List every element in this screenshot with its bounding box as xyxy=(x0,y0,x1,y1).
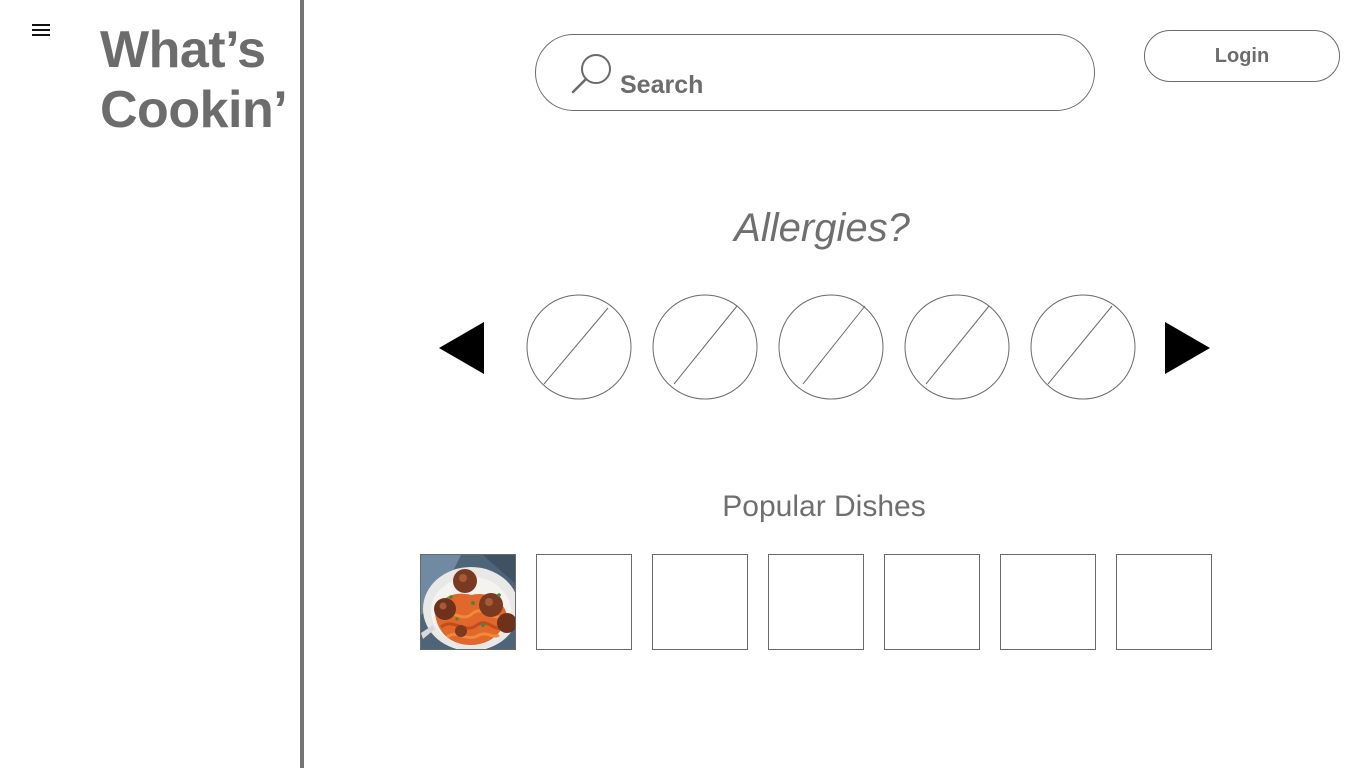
allergy-option-4[interactable] xyxy=(904,294,1010,400)
dish-card-2[interactable] xyxy=(536,554,632,650)
app-title-line-1: What’s xyxy=(100,21,266,79)
allergy-option-5[interactable] xyxy=(1030,294,1136,400)
dish-card-4[interactable] xyxy=(768,554,864,650)
dish-card-6[interactable] xyxy=(1000,554,1096,650)
menu-line xyxy=(32,24,50,26)
app-title-line-2: Cookin’ xyxy=(100,81,288,139)
app-title: What’s Cookin’ xyxy=(100,20,300,140)
dish-card-5[interactable] xyxy=(884,554,980,650)
allergies-heading: Allergies? xyxy=(734,206,910,250)
sidebar-divider xyxy=(300,0,304,768)
menu-line xyxy=(32,29,50,31)
dish-card-3[interactable] xyxy=(652,554,748,650)
popular-dishes-heading: Popular Dishes xyxy=(722,490,926,523)
triangle-right-icon[interactable] xyxy=(1165,322,1211,374)
dish-card-1[interactable] xyxy=(420,554,516,650)
triangle-left-icon[interactable] xyxy=(439,322,485,374)
dish-card-7[interactable] xyxy=(1116,554,1212,650)
allergy-option-2[interactable] xyxy=(652,294,758,400)
menu-line xyxy=(32,34,50,36)
allergy-option-3[interactable] xyxy=(778,294,884,400)
search-label: Search xyxy=(620,71,704,99)
spaghetti-meatballs-image xyxy=(421,555,515,649)
hamburger-menu-icon[interactable] xyxy=(30,22,52,38)
allergy-option-1[interactable] xyxy=(526,294,632,400)
search-input[interactable]: Search xyxy=(535,34,1095,111)
magnifier-icon xyxy=(571,54,611,94)
login-button[interactable]: Login xyxy=(1144,30,1340,82)
